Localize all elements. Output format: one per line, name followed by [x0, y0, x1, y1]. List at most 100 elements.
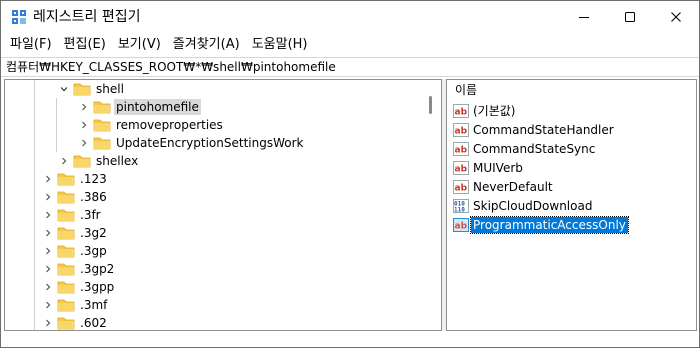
tree-item-3g2[interactable]: .3g2 — [41, 224, 109, 242]
folder-icon — [93, 101, 111, 114]
value-item-default[interactable]: ab (기본값) — [453, 102, 517, 120]
tree-item-label: .3mf — [80, 298, 108, 312]
close-button[interactable] — [653, 1, 699, 33]
tree-item-removeproperties[interactable]: removeproperties — [77, 116, 225, 134]
chevron-right-icon[interactable] — [77, 116, 91, 134]
chevron-right-icon[interactable] — [41, 206, 55, 224]
folder-icon — [57, 209, 75, 222]
chevron-right-icon[interactable] — [41, 278, 55, 296]
chevron-right-icon[interactable] — [41, 170, 55, 188]
menu-view[interactable]: 보기(V) — [113, 35, 166, 55]
folder-icon — [57, 317, 75, 330]
binary-value-icon: 010110 — [453, 199, 469, 213]
svg-text:ab: ab — [455, 127, 468, 137]
value-item-label: (기본값) — [473, 104, 516, 118]
tree-item-label: .3gpp — [80, 280, 115, 294]
title-bar[interactable]: 레지스트리 편집기 — [1, 1, 699, 33]
menu-file[interactable]: 파일(F) — [5, 35, 57, 55]
chevron-right-icon[interactable] — [41, 242, 55, 260]
menu-edit[interactable]: 편집(E) — [59, 35, 111, 55]
column-header-name[interactable]: 이름 — [455, 82, 477, 98]
tree-item-602[interactable]: .602 — [41, 314, 109, 330]
svg-text:ab: ab — [455, 184, 468, 194]
value-item-commandstatehandler[interactable]: ab CommandStateHandler — [453, 121, 616, 139]
tree-item-label: .123 — [80, 172, 107, 186]
tree-item-label: removeproperties — [116, 118, 223, 132]
tree-item-3gp[interactable]: .3gp — [41, 242, 109, 260]
folder-icon — [57, 263, 75, 276]
chevron-down-icon[interactable] — [57, 80, 71, 98]
tree-item-3gp2[interactable]: .3gp2 — [41, 260, 116, 278]
tree-item-label: UpdateEncryptionSettingsWork — [116, 136, 304, 150]
folder-icon — [93, 137, 111, 150]
tree-guide-line — [34, 80, 35, 330]
status-bar — [1, 331, 699, 347]
chevron-right-icon[interactable] — [77, 98, 91, 116]
folder-icon — [93, 119, 111, 132]
folder-icon — [57, 245, 75, 258]
folder-icon — [57, 227, 75, 240]
minimize-button[interactable] — [561, 1, 607, 33]
address-bar[interactable]: 컴퓨터₩HKEY_CLASSES_ROOT₩*₩shell₩pintohomef… — [1, 57, 699, 77]
folder-icon — [57, 281, 75, 294]
tree-item-label: .602 — [80, 316, 107, 330]
string-value-icon: ab — [453, 180, 469, 194]
folder-icon — [57, 299, 75, 312]
folder-icon — [57, 173, 75, 186]
tree-item-shellex[interactable]: shellex — [57, 152, 140, 170]
maximize-button[interactable] — [607, 1, 653, 33]
string-value-icon: ab — [453, 161, 469, 175]
chevron-right-icon[interactable] — [41, 188, 55, 206]
value-item-label: SkipCloudDownload — [473, 199, 593, 213]
tree-item-label: .3gp — [80, 244, 107, 258]
tree-item-3gpp[interactable]: .3gpp — [41, 278, 116, 296]
chevron-right-icon[interactable] — [57, 152, 71, 170]
value-item-muiverb[interactable]: ab MUIVerb — [453, 159, 525, 177]
values-pane[interactable]: 이름 ab (기본값) ab CommandStateHandler ab Co… — [446, 79, 697, 331]
minimize-icon — [579, 17, 589, 18]
key-tree-pane[interactable]: shell pintohomefile removeproperties Upd… — [4, 79, 442, 331]
close-icon — [671, 12, 681, 22]
tree-item-123[interactable]: .123 — [41, 170, 109, 188]
tree-item-3mf[interactable]: .3mf — [41, 296, 109, 314]
chevron-right-icon[interactable] — [41, 314, 55, 330]
folder-icon — [73, 155, 91, 168]
tree-item-386[interactable]: .386 — [41, 188, 109, 206]
tree-item-label: shell — [96, 82, 124, 96]
chevron-right-icon[interactable] — [41, 296, 55, 314]
value-item-neverdefault[interactable]: ab NeverDefault — [453, 178, 555, 196]
tree-item-shell[interactable]: shell — [57, 80, 126, 98]
value-item-label: MUIVerb — [473, 161, 523, 175]
string-value-icon: ab — [453, 218, 469, 232]
menu-bar: 파일(F) 편집(E) 보기(V) 즐겨찾기(A) 도움말(H) — [1, 33, 699, 57]
value-item-skipclouddownload[interactable]: 010 110 SkipCloudDownload — [453, 197, 594, 215]
svg-text:ab: ab — [455, 222, 468, 232]
string-value-icon: ab — [453, 104, 469, 118]
chevron-right-icon[interactable] — [77, 134, 91, 152]
value-item-label: CommandStateHandler — [473, 123, 614, 137]
menu-favorites[interactable]: 즐겨찾기(A) — [168, 35, 245, 55]
tree-item-label: .3gp2 — [80, 262, 115, 276]
value-item-label: CommandStateSync — [473, 142, 596, 156]
menu-help[interactable]: 도움말(H) — [247, 35, 313, 55]
value-item-label: NeverDefault — [473, 180, 553, 194]
chevron-right-icon[interactable] — [41, 224, 55, 242]
tree-item-pintohomefile[interactable]: pintohomefile — [77, 98, 201, 116]
tree-item-3fr[interactable]: .3fr — [41, 206, 103, 224]
tree-item-label: shellex — [96, 154, 139, 168]
folder-icon — [57, 191, 75, 204]
tree-guide-line — [56, 98, 57, 152]
tree-item-updateencryptionsettingswork[interactable]: UpdateEncryptionSettingsWork — [77, 134, 306, 152]
tree-scrollbar-thumb[interactable] — [429, 96, 432, 114]
value-item-commandstatesync[interactable]: ab CommandStateSync — [453, 140, 597, 158]
svg-text:ab: ab — [455, 108, 468, 118]
registry-editor-window: 레지스트리 편집기 파일(F) 편집(E) 보기(V) 즐겨찾기(A) 도움말(… — [0, 0, 700, 348]
value-item-programmaticaccessonly[interactable]: ab ProgrammaticAccessOnly — [453, 216, 629, 234]
window-title: 레지스트리 편집기 — [33, 9, 141, 25]
chevron-right-icon[interactable] — [41, 260, 55, 278]
folder-icon — [73, 83, 91, 96]
tree-item-label: .3fr — [80, 208, 101, 222]
svg-text:ab: ab — [455, 146, 468, 156]
string-value-icon: ab — [453, 123, 469, 137]
registry-editor-app-icon — [12, 10, 26, 24]
